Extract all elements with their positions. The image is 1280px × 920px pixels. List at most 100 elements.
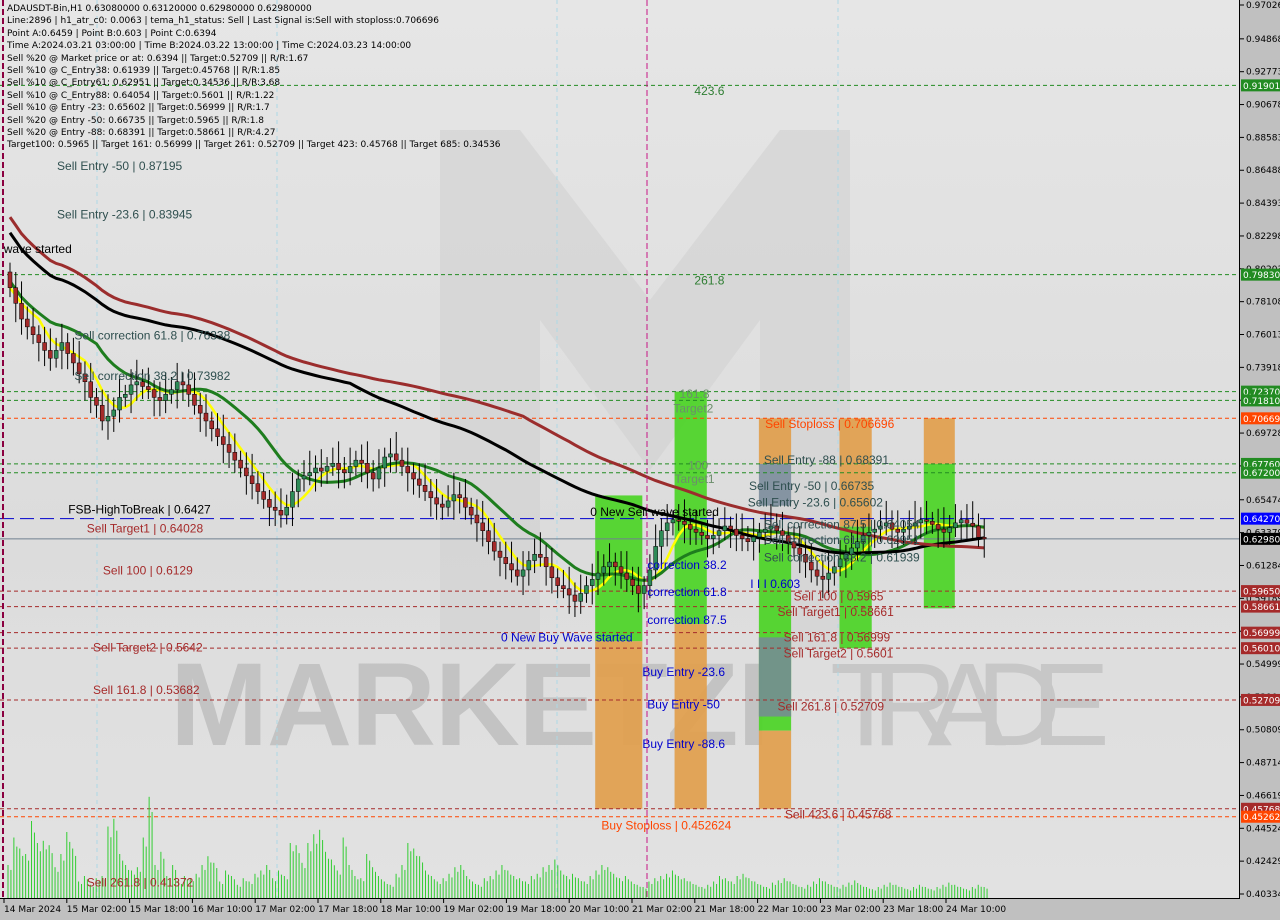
candle-bear <box>682 521 687 525</box>
candle-bear <box>474 514 480 524</box>
level-annotation: Sell Entry -23.6 | 0.65602 <box>748 495 884 509</box>
level-annotation: Buy Stoploss | 0.452624 <box>601 818 731 832</box>
x-tick-label: 16 Mar 10:00 <box>192 905 252 915</box>
candle-bear <box>192 394 197 406</box>
candle-bull <box>711 535 716 539</box>
candle-bear <box>497 550 503 558</box>
candle-bear <box>699 532 705 536</box>
candle-bull <box>722 525 728 531</box>
candle-bear <box>151 389 157 398</box>
chart-area[interactable]: MARKETZI TRADE 423.6261.8Sell Entry -50 … <box>0 0 1240 899</box>
y-tick-label: 0.84393 <box>1246 199 1280 209</box>
candle-bull <box>284 506 289 516</box>
candle-bear <box>434 497 439 505</box>
price-tag-label: 0.59650 <box>1243 588 1280 598</box>
level-annotation: Buy Entry -88.6 <box>642 737 725 751</box>
level-annotation: Sell Target1 | 0.58661 <box>777 605 894 619</box>
time-axis[interactable]: 14 Mar 2024 15 Mar 02:00 15 Mar 18:00 16 Ma… <box>0 899 1280 920</box>
candle-bear <box>739 535 745 539</box>
price-tag-label: 0.71810 <box>1243 397 1280 407</box>
candle-bull <box>301 475 307 480</box>
candle-bear <box>491 541 497 552</box>
info-line: Sell %10 @ C_Entry88: 0.64054 || Target:… <box>7 90 275 101</box>
candle-bear <box>745 538 751 542</box>
zone-box-orange <box>923 418 955 464</box>
level-annotation: Sell Entry -23.6 | 0.83945 <box>57 208 193 222</box>
candle-bull <box>353 459 359 467</box>
candle-bull <box>520 569 526 577</box>
candle-bear <box>630 579 635 586</box>
zone-box-green <box>923 463 955 609</box>
candle-bear <box>618 566 624 574</box>
candle-bear <box>48 350 53 359</box>
candle-bear <box>19 303 24 320</box>
candle-bull <box>111 409 117 417</box>
candle-bull <box>376 467 382 480</box>
candle-bull <box>330 463 336 467</box>
symbol-line: ADAUSDT-Bin,H1 0.63080000 0.63120000 0.6… <box>7 4 312 14</box>
candle-bear <box>549 566 555 579</box>
price-axis[interactable]: 0.97026 0.94868 0.92773 0.90678 0.88583 0.864… <box>1240 0 1280 899</box>
candle-bear <box>399 459 405 467</box>
level-annotation: 261.8 <box>694 274 724 288</box>
candle-bear <box>157 397 163 401</box>
candle-bull <box>607 561 612 568</box>
candle-bull <box>382 456 387 469</box>
zone-box-orange <box>674 624 707 809</box>
y-tick-label: 0.78108 <box>1246 298 1280 308</box>
candle-bull <box>123 394 128 398</box>
x-tick-label: 21 Mar 18:00 <box>695 905 755 915</box>
price-tag-label: 0.58661 <box>1243 603 1280 613</box>
candle-bear <box>970 522 975 527</box>
candle-bear <box>509 563 514 571</box>
x-tick-label: 22 Mar 10:00 <box>758 905 818 915</box>
candle-bear <box>244 467 249 477</box>
level-annotation: Buy Entry -50 <box>647 698 720 712</box>
candle-bull <box>388 453 393 458</box>
candle-bear <box>370 472 376 480</box>
price-tag-label: 0.64270 <box>1243 515 1280 525</box>
info-line: Sell %20 @ Entry -88: 0.68391 || Target:… <box>7 127 276 138</box>
level-annotation: Sell Entry -50 | 0.87195 <box>57 159 183 173</box>
level-annotation: Sell 423.6 | 0.45768 <box>785 807 892 821</box>
candle-bear <box>935 524 941 530</box>
level-annotation: Sell Target1 | 0.64028 <box>87 521 204 535</box>
candle-bear <box>411 472 416 480</box>
candle-bear <box>440 503 445 508</box>
candle-bear <box>480 522 485 531</box>
x-tick-label: 14 Mar 2024 <box>4 905 61 915</box>
candle-bear <box>25 318 30 328</box>
candle-bear <box>393 453 399 461</box>
level-annotation: Sell 161.8 | 0.56999 <box>784 630 891 644</box>
y-tick-label: 0.86488 <box>1246 166 1280 176</box>
y-tick-label: 0.76013 <box>1246 331 1280 341</box>
candle-bull <box>953 522 958 528</box>
level-annotation: correction 38.2 <box>647 558 727 572</box>
level-annotation: Sell correction 61.8 | 0.62951 <box>764 533 920 547</box>
candle-bull <box>313 467 318 473</box>
candle-bear <box>976 525 981 538</box>
candle-bull <box>295 478 301 492</box>
candle-bear <box>555 577 560 586</box>
candle-bear <box>538 554 543 558</box>
info-line: Sell %20 @ Market price or at: 0.6394 ||… <box>7 53 309 64</box>
level-annotation: Sell correction 38.2 | 0.61939 <box>764 550 920 564</box>
candle-bull <box>757 532 762 538</box>
x-tick-label: 21 Mar 02:00 <box>632 905 692 915</box>
candle-bear <box>197 405 203 414</box>
candle-bear <box>249 475 255 484</box>
y-tick-label: 0.44524 <box>1246 824 1280 834</box>
candle-bear <box>624 572 630 580</box>
level-annotation: Target2 <box>673 401 713 415</box>
y-tick-label: 0.65474 <box>1246 496 1280 506</box>
candle-bull <box>601 566 607 574</box>
y-tick-label: 0.40334 <box>1246 890 1280 899</box>
candle-bear <box>215 428 220 437</box>
candle-bull <box>59 342 65 351</box>
y-tick-label: 0.73918 <box>1246 363 1280 373</box>
y-tick-label: 0.50809 <box>1246 726 1280 736</box>
x-tick-label: 23 Mar 18:00 <box>883 905 943 915</box>
y-tick-label: 0.90678 <box>1246 101 1280 111</box>
level-annotation: 0 New Buy Wave started <box>501 630 633 644</box>
price-tag-label: 0.70669 <box>1243 415 1280 425</box>
